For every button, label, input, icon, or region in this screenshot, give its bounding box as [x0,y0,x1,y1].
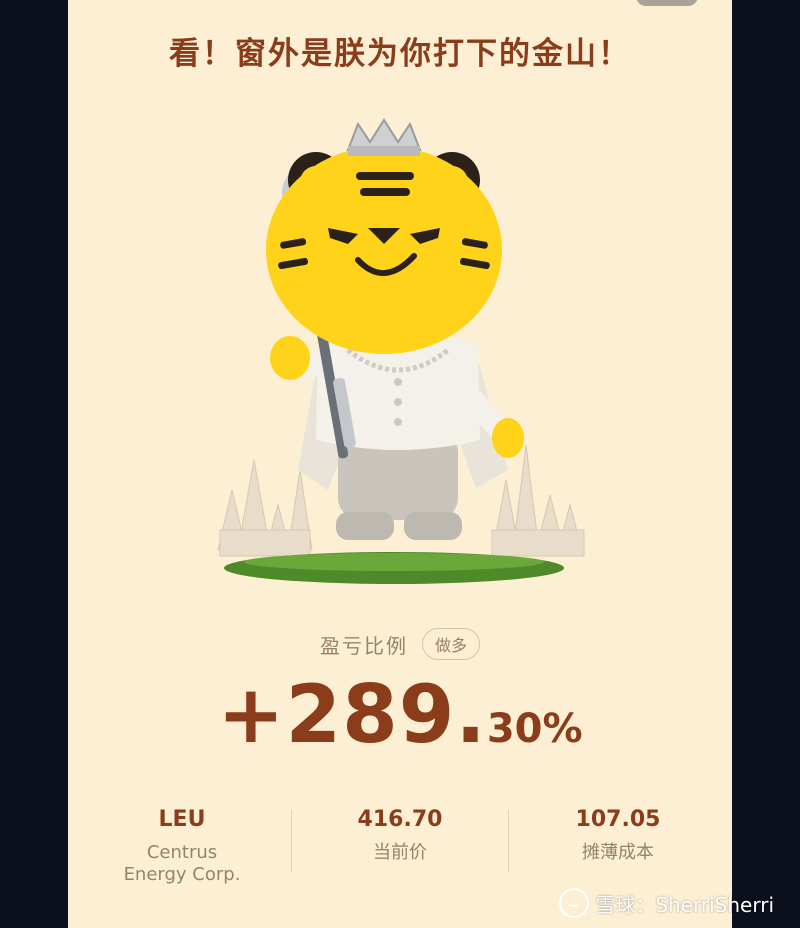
stock-symbol: LEU [158,807,206,832]
xueqiu-logo-icon [559,888,590,918]
pnl-value-main: +289. [217,668,487,761]
watermark: 雪球：SherriSherri [559,888,774,918]
left-paw [270,336,310,380]
stats-row: LEU Centrus Energy Corp. 416.70 当前价 107.… [68,806,732,896]
company-name-line1: Centrus [146,842,218,863]
diluted-cost-stat: 107.05 摊薄成本 [508,806,728,864]
current-price-value: 416.70 [357,807,443,832]
long-position-tag: 做多 [421,628,480,660]
current-price-stat: 416.70 当前价 [290,806,510,864]
current-price-label: 当前价 [373,842,427,863]
right-paw [492,418,524,458]
pnl-ratio-value: +289.30% [68,668,732,761]
page-title: 看！窗外是朕为你打下的金山！ [169,36,631,72]
profit-share-card: 看！窗外是朕为你打下的金山！ 盈亏比例 做多 +289.30% LEU Cent… [68,0,732,928]
company-name: Centrus Energy Corp. [72,842,292,886]
top-drag-handle[interactable] [636,0,698,6]
crown [346,118,422,151]
tiger-king-mascot-illustration [217,118,585,584]
watermark-text: 雪球：SherriSherri [595,892,774,917]
pnl-label-row: 盈亏比例 做多 [68,628,732,660]
diluted-cost-label: 摊薄成本 [582,842,654,863]
diluted-cost-value: 107.05 [575,807,661,832]
pnl-value-decimal: 30% [486,706,583,752]
stock-symbol-stat: LEU Centrus Energy Corp. [72,806,292,886]
pnl-ratio-label: 盈亏比例 [319,633,408,658]
company-name-line2: Energy Corp. [123,864,241,885]
